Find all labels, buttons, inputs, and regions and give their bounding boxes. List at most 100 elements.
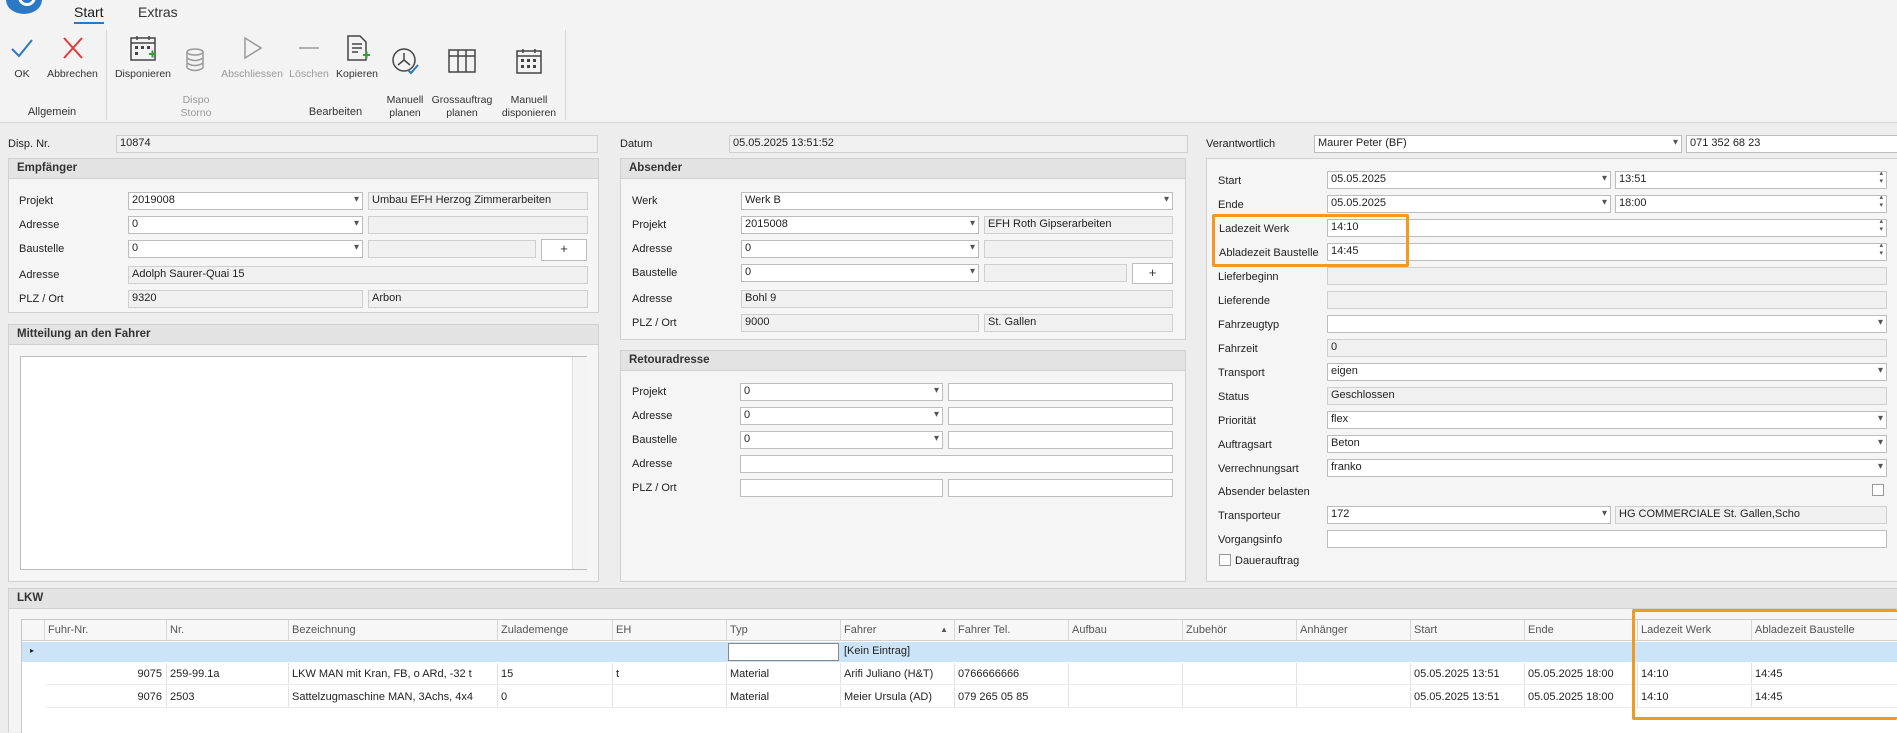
auftragsart-select[interactable]: Beton: [1327, 435, 1887, 453]
phone-field[interactable]: 071 352 68 23: [1686, 135, 1897, 153]
abschliessen-button[interactable]: Abschliessen: [221, 34, 283, 81]
empfaenger-ort-field: Arbon: [368, 290, 588, 308]
column-header-anhaenger[interactable]: Anhänger: [1297, 620, 1411, 641]
cell-anhaenger[interactable]: [1297, 686, 1411, 708]
tab-start[interactable]: Start: [74, 4, 104, 24]
empfaenger-add-baustelle-button[interactable]: +: [541, 239, 587, 261]
cell-nr[interactable]: 259-99.1a: [167, 663, 289, 685]
transport-select[interactable]: eigen: [1327, 363, 1887, 381]
cell-zubehoer[interactable]: [1183, 686, 1297, 708]
column-header-fahrer-tel[interactable]: Fahrer Tel.: [955, 620, 1069, 641]
retour-ort-field[interactable]: [948, 479, 1173, 497]
absender-projekt-select[interactable]: 2015008: [741, 216, 979, 234]
cell-zulademenge[interactable]: 15: [498, 663, 613, 685]
adresse-label: Adresse: [19, 219, 60, 231]
cell-zulademenge[interactable]: 0: [498, 686, 613, 708]
cell-start[interactable]: 05.05.2025 13:51: [1411, 686, 1525, 708]
mitteilung-textarea[interactable]: [20, 356, 587, 570]
column-header-typ[interactable]: Typ: [727, 620, 841, 641]
retour-plz-field[interactable]: [740, 479, 943, 497]
absender-belasten-checkbox[interactable]: [1872, 484, 1884, 496]
cell-bezeichnung[interactable]: Sattelzugmaschine MAN, 3Achs, 4x4: [289, 686, 498, 708]
column-header-nr[interactable]: Nr.: [167, 620, 289, 641]
column-header-start[interactable]: Start: [1411, 620, 1525, 641]
cell-start[interactable]: 05.05.2025 13:51: [1411, 663, 1525, 685]
cell-typ[interactable]: Material: [727, 663, 841, 685]
retour-adresse2-field[interactable]: [740, 455, 1173, 473]
disponieren-button[interactable]: Disponieren: [114, 34, 172, 81]
cell-fuhr-nr[interactable]: 9075: [45, 663, 167, 685]
retour-baustelle-desc[interactable]: [948, 431, 1173, 449]
cell-fahrer[interactable]: Meier Ursula (AD): [841, 686, 955, 708]
ladezeit-werk-field[interactable]: 14:10: [1327, 219, 1887, 237]
absender-add-baustelle-button[interactable]: +: [1132, 263, 1173, 284]
cell-fahrer[interactable]: Arifi Juliano (H&T): [841, 663, 955, 685]
baustelle-label: Baustelle: [632, 434, 678, 446]
cell-ende[interactable]: 05.05.2025 18:00: [1525, 686, 1638, 708]
kopieren-button[interactable]: Kopieren: [334, 34, 380, 81]
verrechnungsart-select[interactable]: franko: [1327, 459, 1887, 477]
cell-eh[interactable]: t: [613, 663, 727, 685]
cell-typ[interactable]: Material: [727, 686, 841, 708]
retour-adresse-select[interactable]: 0: [740, 407, 943, 425]
column-header-zulademenge[interactable]: Zulademenge: [498, 620, 613, 641]
retour-projekt-select[interactable]: 0: [740, 383, 943, 401]
transporteur-select[interactable]: 172: [1327, 506, 1611, 524]
fahrer-placeholder: [Kein Eintrag]: [844, 645, 911, 657]
absender-werk-select[interactable]: Werk B: [741, 192, 1173, 210]
prioritaet-select[interactable]: flex: [1327, 411, 1887, 429]
column-header-zubehoer[interactable]: Zubehör: [1183, 620, 1297, 641]
cell-bezeichnung[interactable]: LKW MAN mit Kran, FB, o ARd, -32 t: [289, 663, 498, 685]
column-header-fuhr-nr[interactable]: Fuhr-Nr.: [45, 620, 167, 641]
verantwortlich-select[interactable]: Maurer Peter (BF): [1314, 135, 1682, 153]
cell-aufbau[interactable]: [1069, 686, 1183, 708]
absender-adresse2-field: Bohl 9: [741, 290, 1173, 308]
empfaenger-projekt-select[interactable]: 2019008: [128, 192, 363, 210]
mitteilung-scrollbar[interactable]: [572, 357, 587, 569]
table-row[interactable]: 9075 259-99.1a LKW MAN mit Kran, FB, o ARd…: [22, 663, 1897, 685]
ende-date-field[interactable]: 05.05.2025: [1327, 195, 1611, 213]
dauerauftrag-checkbox[interactable]: [1219, 554, 1231, 566]
ok-button[interactable]: OK: [8, 34, 36, 81]
column-header-bezeichnung[interactable]: Bezeichnung: [289, 620, 498, 641]
tab-extras[interactable]: Extras: [138, 4, 178, 20]
column-header-ende[interactable]: Ende: [1525, 620, 1638, 641]
datum-field[interactable]: 05.05.2025 13:51:52: [729, 135, 1188, 153]
retour-projekt-desc[interactable]: [948, 383, 1173, 401]
fahrzeugtyp-select[interactable]: [1327, 315, 1887, 333]
table-row[interactable]: 9076 2503 Sattelzugmaschine MAN, 3Achs, 4x…: [22, 686, 1897, 708]
new-row[interactable]: [22, 642, 1897, 662]
loeschen-button[interactable]: Löschen: [288, 34, 330, 81]
cell-zubehoer[interactable]: [1183, 663, 1297, 685]
retour-baustelle-select[interactable]: 0: [740, 431, 943, 449]
abladezeit-baustelle-field[interactable]: 14:45: [1327, 243, 1887, 261]
lkw-grid: Fuhr-Nr. Nr. Bezeichnung Zulademenge EH Typ Fa…: [21, 619, 1897, 733]
ende-time-field[interactable]: 18:00: [1615, 195, 1887, 213]
start-time-field[interactable]: 13:51: [1615, 171, 1887, 189]
typ-cell-editor[interactable]: [728, 643, 839, 661]
start-date-field[interactable]: 05.05.2025: [1327, 171, 1611, 189]
cell-aufbau[interactable]: [1069, 663, 1183, 685]
column-header-eh[interactable]: EH: [613, 620, 727, 641]
vorgangsinfo-field[interactable]: [1327, 530, 1887, 548]
cell-fahrer-tel[interactable]: 079 265 05 85: [955, 686, 1069, 708]
absender-adresse-select[interactable]: 0: [741, 240, 979, 258]
cell-fuhr-nr[interactable]: 9076: [45, 686, 167, 708]
cell-nr[interactable]: 2503: [167, 686, 289, 708]
disp-nr-field[interactable]: 10874: [116, 135, 598, 153]
column-header-aufbau[interactable]: Aufbau: [1069, 620, 1183, 641]
column-header-fahrer[interactable]: Fahrer ▲: [841, 620, 955, 641]
cell-eh[interactable]: [613, 686, 727, 708]
adresse2-label: Adresse: [632, 293, 673, 305]
empfaenger-adresse-select[interactable]: 0: [128, 216, 363, 234]
cell-fahrer-tel[interactable]: 0766666666: [955, 663, 1069, 685]
absender-baustelle-select[interactable]: 0: [741, 264, 979, 282]
abbrechen-button[interactable]: Abbrechen: [45, 34, 100, 81]
cell-anhaenger[interactable]: [1297, 663, 1411, 685]
lkw-title: LKW: [9, 589, 1897, 609]
group-separator: [565, 30, 566, 120]
empfaenger-baustelle-select[interactable]: 0: [128, 240, 363, 258]
cell-ende[interactable]: 05.05.2025 18:00: [1525, 663, 1638, 685]
row-indicator-header: [22, 620, 45, 641]
retour-adresse-desc[interactable]: [948, 407, 1173, 425]
